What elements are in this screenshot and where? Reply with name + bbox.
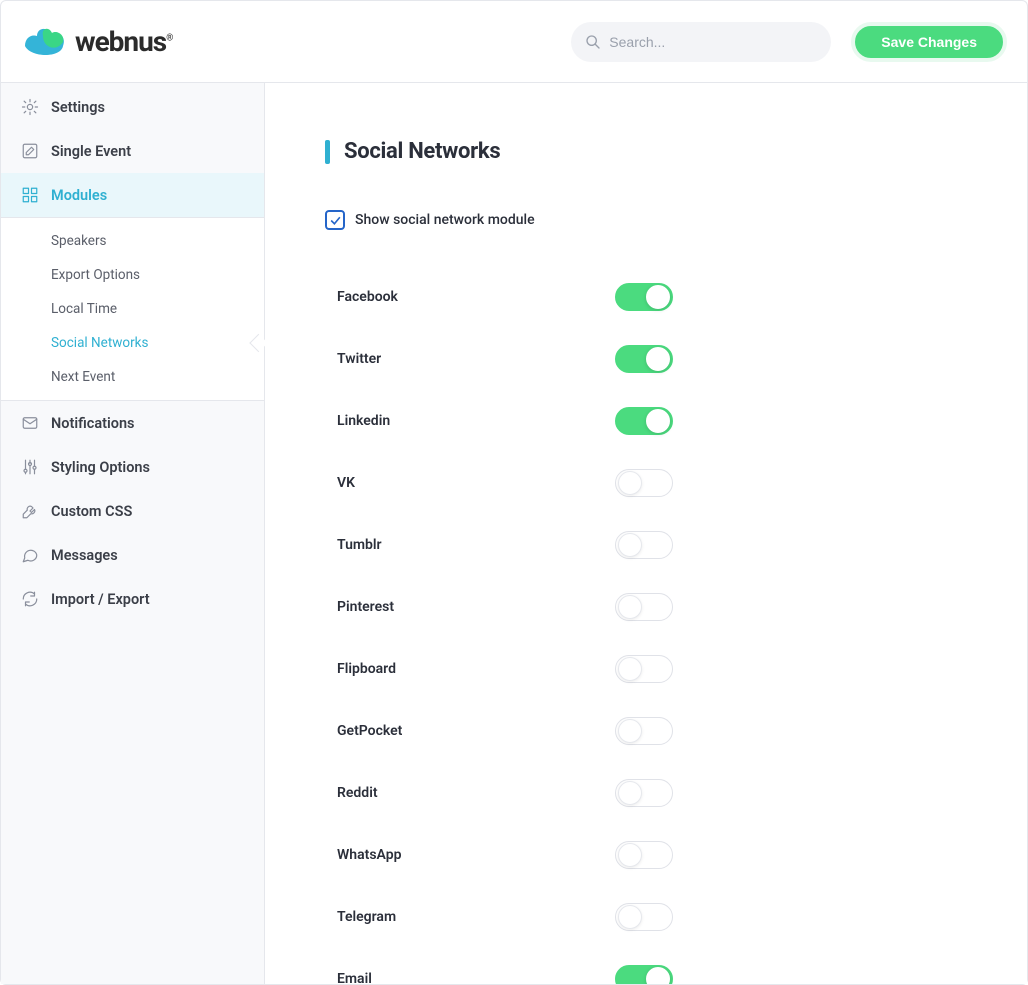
toggle-knob [618, 781, 642, 805]
check-icon [329, 214, 342, 227]
toggle-knob [618, 657, 642, 681]
network-label: GetPocket [325, 723, 615, 739]
network-label: WhatsApp [325, 847, 615, 863]
network-label: Reddit [325, 785, 615, 801]
network-row-whatsapp: WhatsApp [325, 824, 967, 886]
network-row-telegram: Telegram [325, 886, 967, 948]
network-label: Telegram [325, 909, 615, 925]
page-title: Social Networks [344, 139, 500, 164]
network-row-pinterest: Pinterest [325, 576, 967, 638]
network-label: Tumblr [325, 537, 615, 553]
sidebar-item-label: Styling Options [51, 459, 150, 476]
networks-list: Facebook Twitter Linkedin VK Tumblr Pinterest… [325, 266, 967, 984]
network-row-twitter: Twitter [325, 328, 967, 390]
network-toggle-telegram[interactable] [615, 903, 673, 931]
sidebar-subitem-speakers[interactable]: Speakers [1, 224, 264, 258]
network-toggle-twitter[interactable] [615, 345, 673, 373]
network-label: Flipboard [325, 661, 615, 677]
network-toggle-linkedin[interactable] [615, 407, 673, 435]
sidebar-item-settings[interactable]: Settings [1, 85, 264, 129]
network-label: VK [325, 475, 615, 491]
network-toggle-tumblr[interactable] [615, 531, 673, 559]
network-toggle-getpocket[interactable] [615, 717, 673, 745]
sidebar-item-styling[interactable]: Styling Options [1, 445, 264, 489]
network-label: Pinterest [325, 599, 615, 615]
edit-icon [21, 142, 39, 160]
sidebar-item-import-export[interactable]: Import / Export [1, 577, 264, 621]
network-label: Email [325, 971, 615, 984]
sidebar-subitem-export-options[interactable]: Export Options [1, 258, 264, 292]
toggle-knob [618, 595, 642, 619]
search-icon [585, 34, 601, 50]
wrench-icon [21, 502, 39, 520]
sliders-icon [21, 458, 39, 476]
network-row-vk: VK [325, 452, 967, 514]
save-button[interactable]: Save Changes [851, 22, 1007, 62]
toggle-knob [646, 347, 670, 371]
network-toggle-pinterest[interactable] [615, 593, 673, 621]
app-window: webnus® Save Changes Settings Single Even… [0, 0, 1028, 985]
sidebar-item-label: Custom CSS [51, 503, 132, 520]
title-accent-bar [325, 140, 330, 164]
toggle-knob [618, 471, 642, 495]
sidebar-item-label: Import / Export [51, 591, 150, 608]
header: webnus® Save Changes [1, 1, 1027, 83]
network-row-getpocket: GetPocket [325, 700, 967, 762]
toggle-knob [646, 409, 670, 433]
body: Settings Single Event Modules SpeakersExpor… [1, 83, 1027, 984]
sidebar-item-label: Messages [51, 547, 118, 564]
chat-icon [21, 546, 39, 564]
show-module-checkbox[interactable] [325, 210, 345, 230]
network-label: Facebook [325, 289, 615, 305]
sidebar-subitem-next-event[interactable]: Next Event [1, 360, 264, 394]
toggle-knob [618, 719, 642, 743]
toggle-knob [646, 967, 670, 984]
network-toggle-flipboard[interactable] [615, 655, 673, 683]
sidebar-item-label: Notifications [51, 415, 135, 432]
network-row-tumblr: Tumblr [325, 514, 967, 576]
sidebar-item-custom-css[interactable]: Custom CSS [1, 489, 264, 533]
network-toggle-reddit[interactable] [615, 779, 673, 807]
page-title-row: Social Networks [325, 139, 967, 164]
sidebar-item-notifications[interactable]: Notifications [1, 401, 264, 445]
network-toggle-email[interactable] [615, 965, 673, 984]
sidebar: Settings Single Event Modules SpeakersExpor… [1, 83, 265, 984]
mail-icon [21, 414, 39, 432]
show-module-label: Show social network module [355, 212, 535, 228]
grid-icon [21, 186, 39, 204]
network-row-linkedin: Linkedin [325, 390, 967, 452]
toggle-knob [618, 905, 642, 929]
sidebar-subitem-social-networks[interactable]: Social Networks [1, 326, 264, 360]
sidebar-item-modules[interactable]: Modules [1, 173, 264, 217]
toggle-knob [618, 533, 642, 557]
search-field[interactable] [571, 22, 831, 62]
sidebar-item-label: Single Event [51, 143, 131, 160]
sidebar-item-single-event[interactable]: Single Event [1, 129, 264, 173]
network-row-facebook: Facebook [325, 266, 967, 328]
network-label: Linkedin [325, 413, 615, 429]
toggle-knob [618, 843, 642, 867]
sidebar-item-label: Modules [51, 187, 107, 204]
brand-name: webnus® [75, 25, 172, 58]
show-module-option[interactable]: Show social network module [325, 210, 967, 230]
brand-logo: webnus® [21, 24, 172, 60]
network-toggle-whatsapp[interactable] [615, 841, 673, 869]
network-toggle-facebook[interactable] [615, 283, 673, 311]
sidebar-item-label: Settings [51, 99, 105, 116]
toggle-knob [646, 285, 670, 309]
brand-logo-mark [21, 24, 69, 60]
sidebar-subnav-modules: SpeakersExport OptionsLocal TimeSocial N… [1, 217, 264, 401]
search-input[interactable] [571, 22, 831, 62]
network-row-reddit: Reddit [325, 762, 967, 824]
sidebar-subitem-local-time[interactable]: Local Time [1, 292, 264, 326]
network-label: Twitter [325, 351, 615, 367]
network-toggle-vk[interactable] [615, 469, 673, 497]
network-row-email: Email [325, 948, 967, 984]
network-row-flipboard: Flipboard [325, 638, 967, 700]
refresh-icon [21, 590, 39, 608]
main-content: Social Networks Show social network modu… [265, 83, 1027, 984]
gear-icon [21, 98, 39, 116]
sidebar-item-messages[interactable]: Messages [1, 533, 264, 577]
